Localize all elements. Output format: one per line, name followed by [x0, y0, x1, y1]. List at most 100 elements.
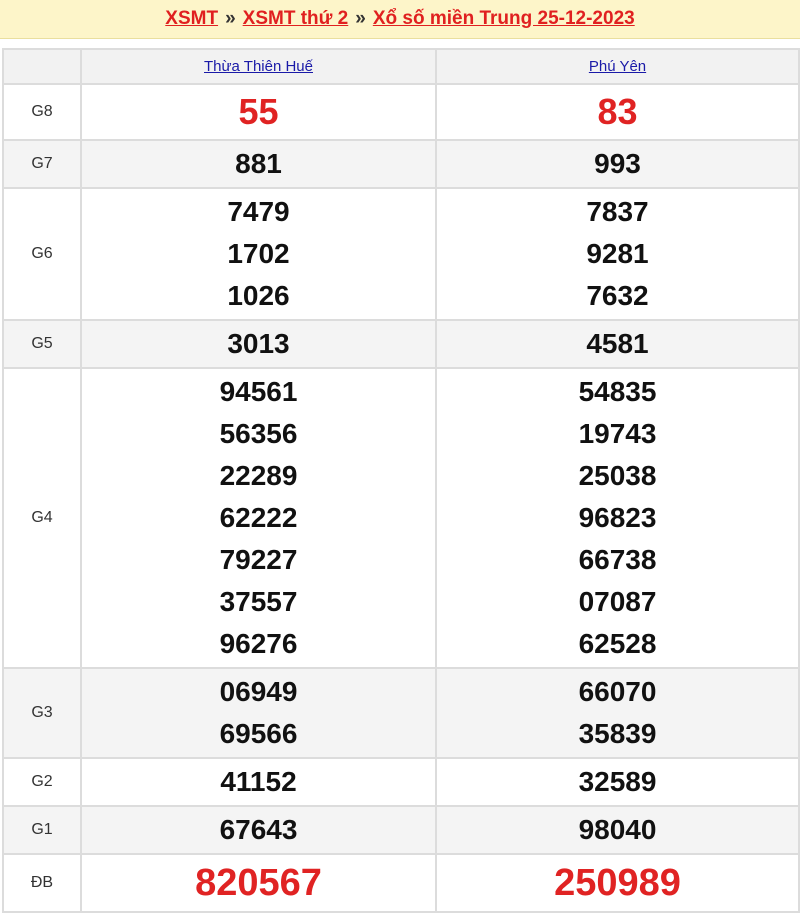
- lottery-number: 9281: [586, 238, 649, 269]
- prize-cell: 06949 69566: [80, 667, 437, 759]
- lottery-number: 881: [235, 148, 282, 179]
- lottery-number: 66070: [578, 676, 657, 707]
- number-list: 820567: [82, 855, 435, 911]
- number-list: 3013: [82, 321, 435, 367]
- table-header-row: Thừa Thiên Huế Phú Yên: [2, 48, 800, 85]
- prize-cell: 3013: [80, 319, 437, 369]
- lottery-number: 98040: [578, 814, 657, 845]
- prize-label: G3: [2, 667, 82, 759]
- prize-label: G2: [2, 757, 82, 807]
- lottery-number: 79227: [219, 544, 298, 575]
- prize-label: G4: [2, 367, 82, 669]
- prize-cell: 67643: [80, 805, 437, 855]
- prize-cell: 54835 19743 25038 96823 66738 07087 62528: [435, 367, 800, 669]
- breadcrumb-separator: »: [225, 8, 236, 29]
- table-row: G3 06949 69566 66070 35839: [2, 667, 800, 759]
- table-row: G1 67643 98040: [2, 805, 800, 855]
- number-list: 67643: [82, 807, 435, 853]
- number-list: 7479 1702 1026: [82, 189, 435, 319]
- prize-cell: 250989: [435, 853, 800, 913]
- breadcrumb-separator: »: [355, 8, 366, 29]
- lottery-number: 56356: [219, 418, 298, 449]
- lottery-number: 22289: [219, 460, 298, 491]
- prize-label: ĐB: [2, 853, 82, 913]
- prize-cell: 94561 56356 22289 62222 79227 37557 96276: [80, 367, 437, 669]
- number-list: 993: [437, 141, 798, 187]
- prize-cell: 41152: [80, 757, 437, 807]
- lottery-number: 7479: [227, 196, 290, 227]
- header-province-2: Phú Yên: [435, 48, 800, 85]
- lottery-number: 250989: [554, 862, 681, 904]
- prize-label: G8: [2, 83, 82, 141]
- lottery-number: 25038: [578, 460, 657, 491]
- lottery-number: 83: [597, 91, 638, 132]
- lottery-number: 37557: [219, 586, 298, 617]
- prize-cell: 66070 35839: [435, 667, 800, 759]
- lottery-number: 32589: [578, 766, 657, 797]
- lottery-number: 06949: [219, 676, 298, 707]
- province-link-thua-thien-hue[interactable]: Thừa Thiên Huế: [204, 58, 313, 75]
- header-province-1: Thừa Thiên Huế: [80, 48, 437, 85]
- table-row: G5 3013 4581: [2, 319, 800, 369]
- breadcrumb: XSMT » XSMT thứ 2 » Xổ số miền Trung 25-…: [0, 0, 800, 39]
- breadcrumb-link-xsmt[interactable]: XSMT: [165, 8, 218, 30]
- lottery-number: 35839: [578, 718, 657, 749]
- number-list: 881: [82, 141, 435, 187]
- lottery-number: 820567: [195, 862, 322, 904]
- lottery-number: 4581: [586, 328, 649, 359]
- number-list: 06949 69566: [82, 669, 435, 757]
- number-list: 32589: [437, 759, 798, 805]
- lottery-number: 1026: [227, 280, 290, 311]
- province-link-phu-yen[interactable]: Phú Yên: [589, 58, 646, 75]
- number-list: 83: [437, 85, 798, 139]
- prize-label: G6: [2, 187, 82, 321]
- lottery-results-table: Thừa Thiên Huế Phú Yên G8 55 83 G7 881 993 G6 7…: [2, 48, 800, 913]
- lottery-number: 3013: [227, 328, 290, 359]
- table-row: ĐB 820567 250989: [2, 853, 800, 913]
- number-list: 94561 56356 22289 62222 79227 37557 96276: [82, 369, 435, 667]
- table-row: G6 7479 1702 1026 7837 9281 7632: [2, 187, 800, 321]
- table-row: G2 41152 32589: [2, 757, 800, 807]
- prize-cell: 83: [435, 83, 800, 141]
- prize-label: G1: [2, 805, 82, 855]
- lottery-number: 96276: [219, 628, 298, 659]
- breadcrumb-link-xsmt-date[interactable]: Xổ số miền Trung 25-12-2023: [373, 8, 635, 30]
- prize-cell: 7479 1702 1026: [80, 187, 437, 321]
- lottery-number: 62528: [578, 628, 657, 659]
- lottery-number: 94561: [219, 376, 298, 407]
- number-list: 41152: [82, 759, 435, 805]
- number-list: 66070 35839: [437, 669, 798, 757]
- lottery-number: 54835: [578, 376, 657, 407]
- lottery-number: 993: [594, 148, 641, 179]
- lottery-number: 7632: [586, 280, 649, 311]
- table-row: G7 881 993: [2, 139, 800, 189]
- lottery-number: 55: [238, 91, 279, 132]
- number-list: 250989: [437, 855, 798, 911]
- lottery-number: 62222: [219, 502, 298, 533]
- number-list: 98040: [437, 807, 798, 853]
- prize-cell: 7837 9281 7632: [435, 187, 800, 321]
- table-row: G8 55 83: [2, 83, 800, 141]
- prize-cell: 993: [435, 139, 800, 189]
- prize-cell: 98040: [435, 805, 800, 855]
- lottery-number: 1702: [227, 238, 290, 269]
- results-container: Thừa Thiên Huế Phú Yên G8 55 83 G7 881 993 G6 7…: [0, 39, 800, 913]
- lottery-number: 19743: [578, 418, 657, 449]
- number-list: 4581: [437, 321, 798, 367]
- prize-cell: 32589: [435, 757, 800, 807]
- prize-cell: 820567: [80, 853, 437, 913]
- lottery-number: 69566: [219, 718, 298, 749]
- lottery-number: 41152: [220, 766, 297, 797]
- header-prize-column: [2, 48, 82, 85]
- prize-label: G7: [2, 139, 82, 189]
- lottery-number: 7837: [586, 196, 649, 227]
- prize-cell: 881: [80, 139, 437, 189]
- number-list: 54835 19743 25038 96823 66738 07087 62528: [437, 369, 798, 667]
- number-list: 55: [82, 85, 435, 139]
- lottery-number: 96823: [578, 502, 657, 533]
- prize-cell: 4581: [435, 319, 800, 369]
- table-row: G4 94561 56356 22289 62222 79227 37557 96276 548…: [2, 367, 800, 669]
- breadcrumb-link-xsmt-thu-2[interactable]: XSMT thứ 2: [243, 8, 349, 30]
- number-list: 7837 9281 7632: [437, 189, 798, 319]
- table-body: G8 55 83 G7 881 993 G6 7479 1702 1026 7837 9281 7632…: [2, 83, 800, 913]
